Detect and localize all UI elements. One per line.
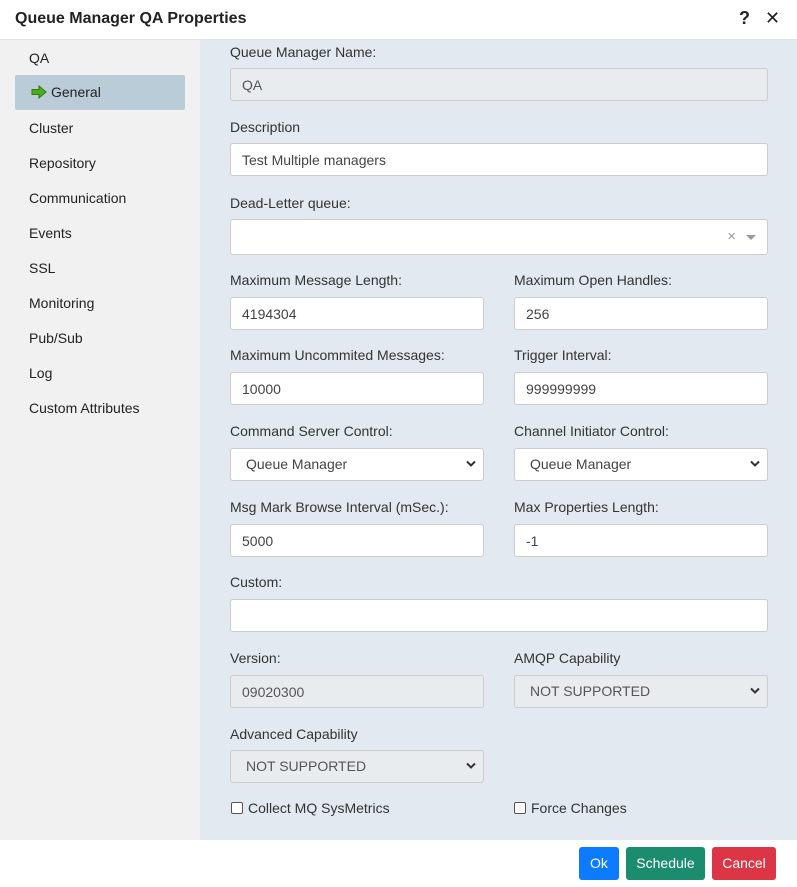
caret-down-icon[interactable] <box>746 235 756 240</box>
sidebar-item-repository[interactable]: Repository <box>15 146 185 181</box>
cmd-server-select[interactable]: Queue Manager <box>230 448 484 481</box>
version-label: Version: <box>230 650 281 666</box>
checkbox-box[interactable] <box>514 802 526 814</box>
sidebar-item-pubsub[interactable]: Pub/Sub <box>15 321 185 356</box>
sidebar-item-custom-attributes[interactable]: Custom Attributes <box>15 391 185 426</box>
cmd-server-label: Command Server Control: <box>230 423 393 439</box>
dialog-footer: Ok Schedule Cancel <box>0 840 797 887</box>
mark-browse-label: Msg Mark Browse Interval (mSec.): <box>230 499 449 515</box>
general-form: Queue Manager Name: Description Dead-Let… <box>200 40 797 840</box>
custom-field[interactable] <box>230 599 768 632</box>
max-handles-label: Maximum Open Handles: <box>514 272 672 288</box>
sysmetrics-checkbox[interactable]: Collect MQ SysMetrics <box>231 800 390 816</box>
max-props-label: Max Properties Length: <box>514 499 659 515</box>
version-field <box>230 675 484 708</box>
sidebar-item-qa[interactable]: QA <box>15 41 185 76</box>
qm-name-field <box>230 68 768 101</box>
advanced-label: Advanced Capability <box>230 726 358 742</box>
dlq-combobox[interactable]: × <box>230 219 768 255</box>
sidebar-item-monitoring[interactable]: Monitoring <box>15 286 185 321</box>
arrow-right-icon <box>31 84 47 99</box>
chevron-down-icon <box>466 460 476 467</box>
ok-button[interactable]: Ok <box>579 847 619 880</box>
mark-browse-field[interactable] <box>230 524 484 557</box>
chl-init-label: Channel Initiator Control: <box>514 423 669 439</box>
dlq-label: Dead-Letter queue: <box>230 195 351 211</box>
trigger-interval-field[interactable] <box>514 372 768 405</box>
sidebar-item-events[interactable]: Events <box>15 216 185 251</box>
sidebar-item-cluster[interactable]: Cluster <box>15 111 185 146</box>
max-msg-len-field[interactable] <box>230 297 484 330</box>
cancel-button[interactable]: Cancel <box>712 847 776 880</box>
max-msg-len-label: Maximum Message Length: <box>230 272 402 288</box>
sidebar-item-general[interactable]: General <box>15 75 185 110</box>
help-icon[interactable]: ? <box>739 8 750 29</box>
sidebar-item-communication[interactable]: Communication <box>15 181 185 216</box>
advanced-select: NOT SUPPORTED <box>230 750 484 783</box>
description-field[interactable] <box>230 143 768 176</box>
custom-label: Custom: <box>230 574 283 590</box>
max-handles-field[interactable] <box>514 297 768 330</box>
amqp-select: NOT SUPPORTED <box>514 675 768 708</box>
chl-init-select[interactable]: Queue Manager <box>514 448 768 481</box>
trigger-interval-label: Trigger Interval: <box>514 347 612 363</box>
close-icon[interactable]: ✕ <box>765 8 780 29</box>
chevron-down-icon <box>750 687 760 694</box>
checkbox-box[interactable] <box>231 802 243 814</box>
amqp-label: AMQP Capability <box>514 650 621 666</box>
dialog-title: Queue Manager QA Properties <box>15 10 247 27</box>
sidebar-item-ssl[interactable]: SSL <box>15 251 185 286</box>
schedule-button[interactable]: Schedule <box>626 847 705 880</box>
qm-name-label: Queue Manager Name: <box>230 44 377 60</box>
chevron-down-icon <box>466 762 476 769</box>
clear-icon[interactable]: × <box>727 228 736 245</box>
sidebar-nav: QA General Cluster Repository Communicat… <box>0 40 200 840</box>
max-uncommitted-field[interactable] <box>230 372 484 405</box>
force-changes-checkbox[interactable]: Force Changes <box>514 800 627 816</box>
max-uncommitted-label: Maximum Uncommited Messages: <box>230 347 445 363</box>
max-props-field[interactable] <box>514 524 768 557</box>
description-label: Description <box>230 119 301 135</box>
dialog-titlebar: Queue Manager QA Properties ? ✕ <box>0 0 797 40</box>
chevron-down-icon <box>750 460 760 467</box>
sidebar-item-log[interactable]: Log <box>15 356 185 391</box>
